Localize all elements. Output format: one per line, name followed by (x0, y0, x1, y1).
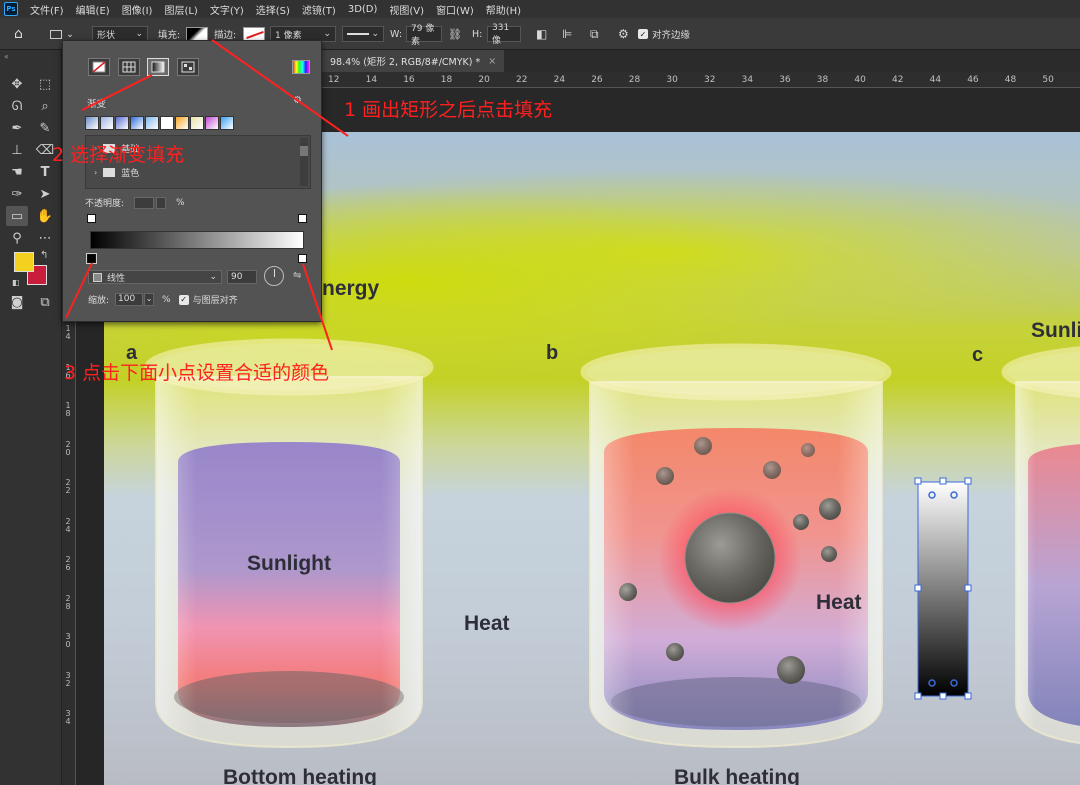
annotation-step-1: 1 画出矩形之后点击填充 (344, 99, 553, 121)
annotation-step-2: 2 选择渐变填充 (52, 144, 185, 166)
annotation-step-3: 3 点击下面小点设置合适的颜色 (64, 362, 330, 384)
foreground-color-swatch[interactable] (14, 252, 34, 272)
